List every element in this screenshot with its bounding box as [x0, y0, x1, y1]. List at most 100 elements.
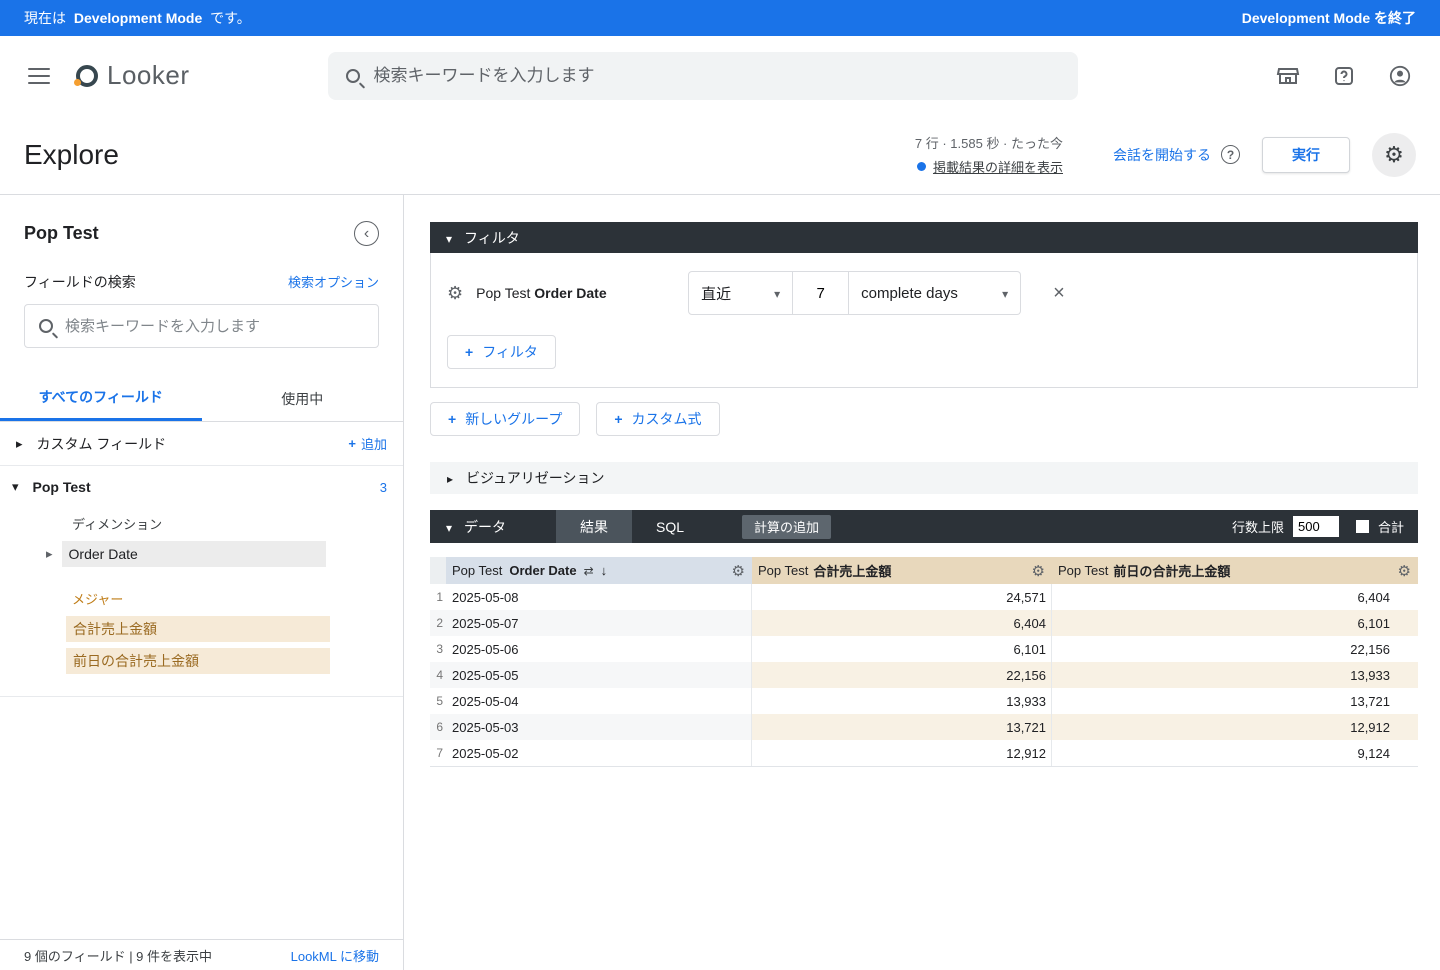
cell-prev-day-sales[interactable]: 6,404 — [1052, 584, 1418, 610]
cell-order-date[interactable]: 2025-05-05 — [446, 662, 752, 688]
filter-gear-icon[interactable] — [447, 283, 463, 304]
table-row: 62025-05-0313,72112,912 — [430, 714, 1418, 740]
dev-mode-message: 現在は Development Mode です。 — [24, 8, 255, 28]
cell-total-sales[interactable]: 6,404 — [752, 610, 1052, 636]
cell-total-sales[interactable]: 24,571 — [752, 584, 1052, 610]
filter-value-input[interactable] — [793, 272, 848, 314]
filters-section-header[interactable]: フィルタ — [430, 222, 1418, 253]
table-row: 32025-05-066,10122,156 — [430, 636, 1418, 662]
add-calculation-button[interactable]: 計算の追加 — [742, 515, 831, 539]
plus-icon — [348, 436, 356, 451]
column-header-prev-day-sales[interactable]: Pop Test 前日の合計売上金額 — [1052, 557, 1418, 584]
data-section-toggle[interactable]: データ — [430, 517, 556, 537]
cell-total-sales[interactable]: 13,721 — [752, 714, 1052, 740]
start-conversation-link[interactable]: 会話を開始する — [1113, 145, 1211, 165]
cell-order-date[interactable]: 2025-05-06 — [446, 636, 752, 662]
cell-prev-day-sales[interactable]: 9,124 — [1052, 740, 1418, 766]
expand-icon — [16, 436, 23, 452]
cell-prev-day-sales[interactable]: 6,101 — [1052, 610, 1418, 636]
sidebar-footer: 9 個のフィールド | 9 件を表示中 LookML に移動 — [0, 939, 403, 970]
chat-start: 会話を開始する — [1113, 145, 1240, 165]
plus-icon — [448, 411, 456, 427]
filter-unit-select[interactable]: complete days — [849, 271, 1021, 315]
dev-mode-banner: 現在は Development Mode です。 Development Mod… — [0, 0, 1440, 36]
menu-icon[interactable] — [28, 68, 50, 84]
filter-operator-select[interactable]: 直近 — [688, 271, 793, 315]
exit-dev-mode-link[interactable]: Development Mode を終了 — [1242, 8, 1416, 28]
totals-checkbox[interactable] — [1356, 520, 1369, 533]
table-row: 42025-05-0522,15613,933 — [430, 662, 1418, 688]
field-search-input[interactable] — [65, 318, 364, 335]
data-section-header: データ 結果 SQL 計算の追加 行数上限 合計 — [430, 510, 1418, 543]
column-gear-icon[interactable] — [732, 562, 745, 580]
help-icon[interactable] — [1332, 64, 1356, 88]
search-options-link[interactable]: 検索オプション — [288, 272, 379, 291]
column-name: 前日の合計売上金額 — [1113, 561, 1230, 580]
filter-operator-value: 直近 — [701, 283, 731, 304]
new-group-label: 新しいグループ — [465, 409, 562, 429]
global-search-input[interactable] — [374, 66, 1060, 86]
cell-prev-day-sales[interactable]: 13,721 — [1052, 688, 1418, 714]
cell-order-date[interactable]: 2025-05-07 — [446, 610, 752, 636]
results-details-link[interactable]: 掲載結果の詳細を表示 — [933, 157, 1063, 176]
column-header-order-date[interactable]: Pop Test Order Date — [446, 557, 752, 584]
tab-all-fields[interactable]: すべてのフィールド — [0, 376, 202, 421]
run-button[interactable]: 実行 — [1262, 137, 1350, 173]
reorder-icon[interactable] — [584, 563, 594, 578]
expand-icon[interactable] — [46, 546, 53, 562]
column-gear-icon[interactable] — [1032, 562, 1045, 580]
cell-total-sales[interactable]: 6,101 — [752, 636, 1052, 662]
filter-field-name: Order Date — [534, 285, 606, 301]
field-search-label: フィールドの検索 — [24, 272, 136, 292]
add-custom-field-link[interactable]: 追加 — [348, 434, 387, 453]
column-header-total-sales[interactable]: Pop Test 合計売上金額 — [752, 557, 1052, 584]
visualization-section-label: ビジュアリゼーション — [466, 468, 604, 488]
data-section-label: データ — [464, 517, 506, 537]
sort-desc-icon[interactable] — [601, 563, 608, 578]
page-title: Explore — [24, 139, 119, 171]
cell-order-date[interactable]: 2025-05-08 — [446, 584, 752, 610]
row-number: 2 — [430, 610, 446, 636]
cell-order-date[interactable]: 2025-05-04 — [446, 688, 752, 714]
conversation-help-icon[interactable] — [1221, 145, 1240, 164]
account-icon[interactable] — [1388, 64, 1412, 88]
new-group-button[interactable]: 新しいグループ — [430, 402, 580, 436]
custom-expression-button[interactable]: カスタム式 — [596, 402, 719, 436]
gear-icon — [1384, 142, 1404, 168]
visualization-section-header[interactable]: ビジュアリゼーション — [430, 462, 1418, 494]
field-total-sales[interactable]: 合計売上金額 — [66, 616, 330, 642]
app-header: Looker — [0, 36, 1440, 115]
cell-prev-day-sales[interactable]: 13,933 — [1052, 662, 1418, 688]
divider — [0, 696, 403, 697]
looker-logo[interactable]: Looker — [76, 60, 190, 91]
explore-settings-button[interactable] — [1372, 133, 1416, 177]
row-limit-input[interactable] — [1293, 516, 1339, 537]
marketplace-icon[interactable] — [1276, 64, 1300, 88]
tab-in-use[interactable]: 使用中 — [202, 376, 404, 421]
tab-sql[interactable]: SQL — [632, 510, 708, 543]
row-limit-controls: 行数上限 合計 — [1232, 516, 1418, 537]
field-order-date[interactable]: Order Date — [62, 541, 326, 567]
cell-total-sales[interactable]: 22,156 — [752, 662, 1052, 688]
custom-fields-section[interactable]: カスタム フィールド 追加 — [0, 422, 403, 466]
global-search[interactable] — [328, 52, 1078, 100]
cell-prev-day-sales[interactable]: 12,912 — [1052, 714, 1418, 740]
cell-total-sales[interactable]: 12,912 — [752, 740, 1052, 766]
cell-prev-day-sales[interactable]: 22,156 — [1052, 636, 1418, 662]
tab-results[interactable]: 結果 — [556, 510, 632, 543]
field-search[interactable] — [24, 304, 379, 348]
view-group-pop-test[interactable]: Pop Test 3 — [0, 466, 403, 508]
go-to-lookml-link[interactable]: LookML に移動 — [291, 946, 379, 965]
cell-total-sales[interactable]: 13,933 — [752, 688, 1052, 714]
collapse-icon — [12, 478, 19, 496]
field-tabs: すべてのフィールド 使用中 — [0, 376, 403, 422]
add-filter-button[interactable]: フィルタ — [447, 335, 556, 369]
table-row: 72025-05-0212,9129,124 — [430, 740, 1418, 766]
column-gear-icon[interactable] — [1398, 562, 1411, 580]
field-prev-day-sales[interactable]: 前日の合計売上金額 — [66, 648, 330, 674]
cell-order-date[interactable]: 2025-05-02 — [446, 740, 752, 766]
remove-filter-icon[interactable] — [1053, 282, 1065, 305]
collapse-sidebar-button[interactable] — [354, 221, 379, 246]
cell-order-date[interactable]: 2025-05-03 — [446, 714, 752, 740]
looker-logo-icon — [76, 65, 98, 87]
